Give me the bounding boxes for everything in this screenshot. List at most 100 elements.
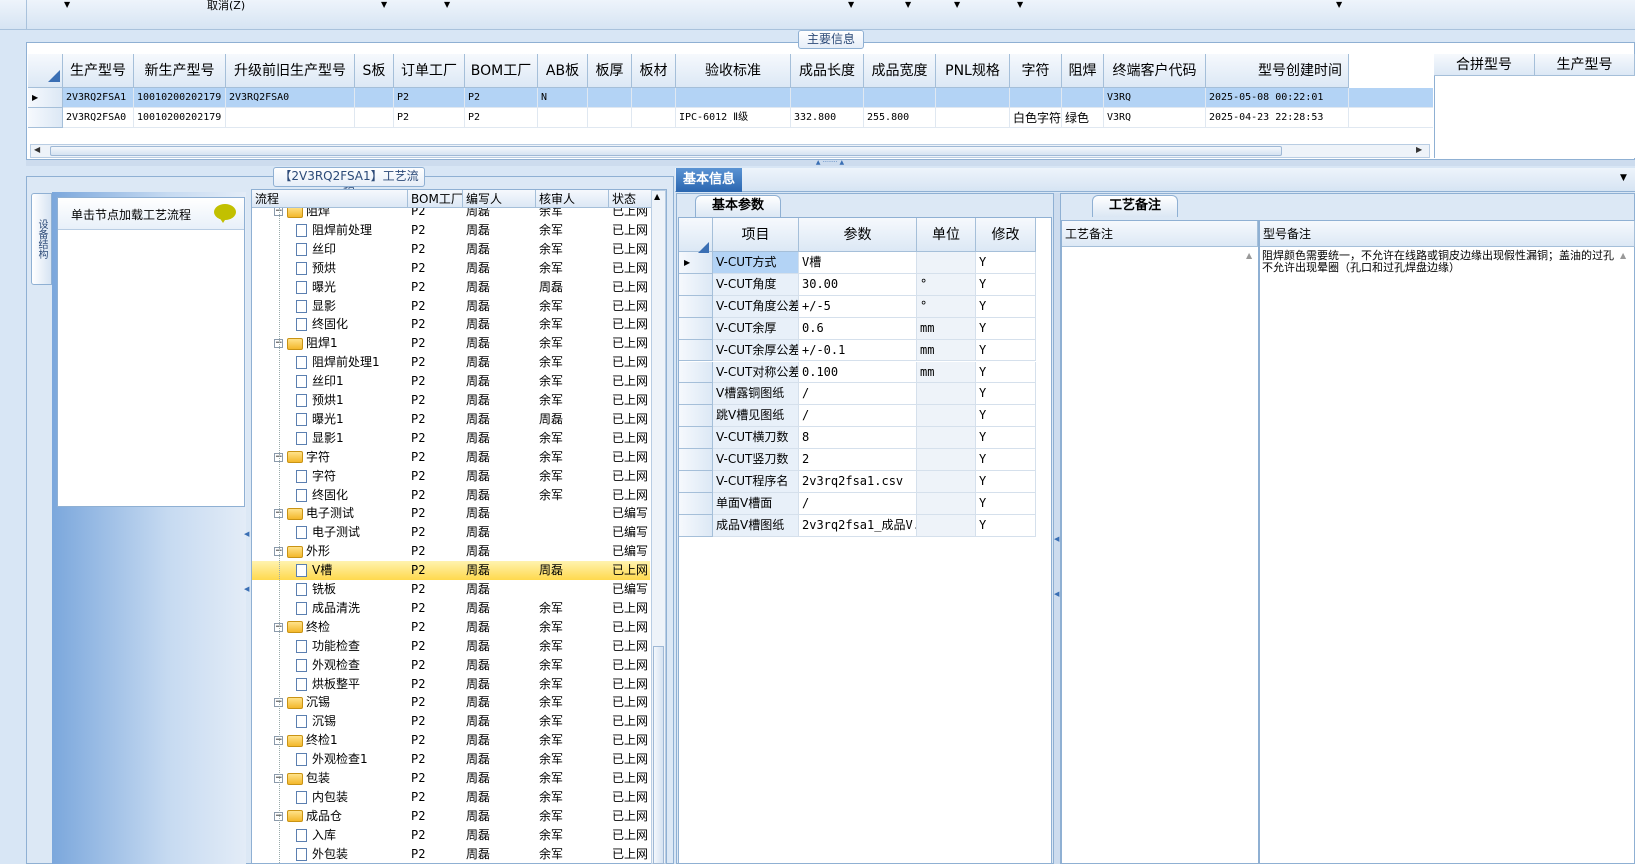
param-cell[interactable]: 0.100 bbox=[799, 361, 917, 384]
row-indicator[interactable] bbox=[28, 108, 63, 128]
table-cell[interactable]: 2V3RQ2FSA0 bbox=[63, 108, 134, 128]
dropdown-arrow-icon[interactable]: ▼ bbox=[1017, 0, 1023, 9]
tree-node[interactable]: 成品清洗 bbox=[296, 599, 408, 618]
list-item[interactable]: 成品清洗 P2 周磊 余军 已上网 bbox=[252, 599, 650, 618]
row-indicator[interactable] bbox=[679, 383, 713, 406]
main-col-header[interactable]: 订单工厂 bbox=[394, 54, 465, 88]
tab-basic-params[interactable]: 基本参数 bbox=[695, 195, 781, 217]
main-col-header[interactable]: S板 bbox=[355, 54, 394, 88]
table-cell[interactable]: 白色字符 bbox=[1010, 108, 1062, 128]
table-cell[interactable]: 255.800 bbox=[864, 108, 936, 128]
row-indicator[interactable] bbox=[679, 449, 713, 471]
table-cell[interactable] bbox=[538, 108, 588, 128]
tree-node[interactable]: 预烘1 bbox=[296, 391, 408, 410]
param-cell[interactable]: / bbox=[799, 405, 917, 428]
param-cell[interactable]: 2 bbox=[799, 449, 917, 471]
scroll-left-icon[interactable]: ◀ bbox=[34, 145, 40, 154]
list-item[interactable]: 外包装 P2 周磊 余军 已上网 bbox=[252, 845, 650, 863]
process-remarks-box[interactable] bbox=[1061, 220, 1259, 864]
param-cell[interactable]: 30.00 bbox=[799, 273, 917, 296]
list-item[interactable]: 终固化 P2 周磊 余军 已上网 bbox=[252, 486, 650, 505]
main-col-header[interactable]: 板材 bbox=[632, 54, 676, 88]
row-indicator[interactable] bbox=[679, 339, 713, 362]
main-col-header[interactable]: BOM工厂 bbox=[465, 54, 538, 88]
list-item[interactable]: 阻焊前处理1 P2 周磊 余军 已上网 bbox=[252, 353, 650, 372]
tree-node[interactable]: 沉锡 bbox=[296, 712, 408, 731]
list-item[interactable]: 烘板整平 P2 周磊 余军 已上网 bbox=[252, 675, 650, 694]
list-item[interactable]: 阻焊前处理 P2 周磊 余军 已上网 bbox=[252, 221, 650, 240]
list-item[interactable]: − 阻焊1 P2 周磊 余军 已上网 bbox=[252, 334, 650, 353]
scroll-up-icon[interactable]: ▲ bbox=[1246, 251, 1252, 260]
list-item[interactable]: 丝印 P2 周磊 余军 已上网 bbox=[252, 240, 650, 259]
main-col-header[interactable]: 板厚 bbox=[588, 54, 632, 88]
splitter-grip-icon[interactable]: ▲ ········ ▲ bbox=[800, 160, 860, 166]
dropdown-arrow-icon[interactable]: ▼ bbox=[1336, 0, 1342, 9]
tree-node[interactable]: 外观检查1 bbox=[296, 750, 408, 769]
list-item[interactable]: 曝光 P2 周磊 周磊 已上网 bbox=[252, 278, 650, 297]
table-cell[interactable]: P2 bbox=[394, 88, 465, 108]
list-item[interactable]: 功能检查 P2 周磊 余军 已上网 bbox=[252, 637, 650, 656]
tree-col-header[interactable]: 流程 bbox=[252, 190, 408, 208]
list-item[interactable]: 外观检查1 P2 周磊 余军 已上网 bbox=[252, 750, 650, 769]
dropdown-arrow-icon[interactable]: ▼ bbox=[905, 0, 911, 9]
table-cell[interactable] bbox=[864, 88, 936, 108]
list-item[interactable]: 内包装 P2 周磊 余军 已上网 bbox=[252, 788, 650, 807]
param-col-header[interactable]: 参数 bbox=[799, 218, 917, 252]
row-indicator[interactable] bbox=[679, 471, 713, 493]
table-cell[interactable] bbox=[632, 88, 676, 108]
table-cell[interactable] bbox=[588, 88, 632, 108]
dropdown-arrow-icon[interactable]: ▼ bbox=[444, 0, 450, 9]
table-cell[interactable]: P2 bbox=[465, 88, 538, 108]
main-hscroll-thumb[interactable] bbox=[50, 146, 1282, 156]
tree-node[interactable]: 入库 bbox=[296, 826, 408, 845]
row-indicator[interactable] bbox=[679, 361, 713, 384]
collapse-left-icon[interactable]: ◀ bbox=[1054, 535, 1059, 543]
list-item[interactable]: 丝印1 P2 周磊 余军 已上网 bbox=[252, 372, 650, 391]
tree-vscroll-thumb[interactable] bbox=[653, 646, 664, 864]
param-cell[interactable]: 2v3rq2fsa1_成品V... bbox=[799, 514, 917, 537]
tree-node[interactable]: V槽 bbox=[296, 561, 408, 580]
row-indicator[interactable] bbox=[679, 427, 713, 450]
load-hint-box[interactable] bbox=[57, 197, 245, 507]
row-indicator[interactable] bbox=[679, 405, 713, 428]
dropdown-arrow-icon[interactable]: ▼ bbox=[848, 0, 854, 9]
tree-node[interactable]: − 成品仓 bbox=[274, 807, 408, 826]
table-cell[interactable]: V3RQ bbox=[1104, 108, 1206, 128]
row-indicator[interactable] bbox=[679, 514, 713, 537]
table-cell[interactable] bbox=[936, 108, 1010, 128]
param-cell[interactable]: 8 bbox=[799, 427, 917, 450]
list-item[interactable]: 预烘1 P2 周磊 余军 已上网 bbox=[252, 391, 650, 410]
table-cell[interactable] bbox=[632, 108, 676, 128]
main-col-header[interactable]: 新生产型号 bbox=[134, 54, 226, 88]
scroll-up-icon[interactable]: ▲ bbox=[1620, 251, 1626, 260]
table-cell[interactable] bbox=[936, 88, 1010, 108]
table-cell[interactable] bbox=[676, 88, 791, 108]
list-item[interactable]: − 沉锡 P2 周磊 余军 已上网 bbox=[252, 693, 650, 712]
table-cell[interactable]: 2V3RQ2FSA0 bbox=[226, 88, 355, 108]
table-cell[interactable] bbox=[226, 108, 355, 128]
tree-node[interactable]: 曝光1 bbox=[296, 410, 408, 429]
tree-node[interactable]: 曝光 bbox=[296, 278, 408, 297]
row-indicator[interactable]: ▶ bbox=[679, 252, 713, 274]
list-item[interactable]: − 电子测试 P2 周磊 已编写 bbox=[252, 504, 650, 523]
tree-node[interactable]: 字符 bbox=[296, 467, 408, 486]
tree-node[interactable]: − 终检 bbox=[274, 618, 408, 637]
table-cell[interactable]: N bbox=[538, 88, 588, 108]
tree-node[interactable]: 丝印 bbox=[296, 240, 408, 259]
tree-node[interactable]: 显影 bbox=[296, 297, 408, 316]
collapse-left-icon[interactable]: ◀ bbox=[244, 585, 249, 593]
list-item[interactable]: − 阻焊 P2 周磊 余军 已上网 bbox=[252, 208, 650, 221]
tree-node[interactable]: 烘板整平 bbox=[296, 675, 408, 694]
main-col-header[interactable]: 型号创建时间 bbox=[1206, 54, 1349, 88]
tree-node[interactable]: 铣板 bbox=[296, 580, 408, 599]
tree-node[interactable]: − 包装 bbox=[274, 769, 408, 788]
table-cell[interactable]: IPC-6012 Ⅱ级 bbox=[676, 108, 791, 128]
list-item[interactable]: − 终检 P2 周磊 余军 已上网 bbox=[252, 618, 650, 637]
tree-node[interactable]: 内包装 bbox=[296, 788, 408, 807]
tree-node[interactable]: − 电子测试 bbox=[274, 504, 408, 523]
row-indicator[interactable] bbox=[679, 295, 713, 318]
param-cell[interactable]: / bbox=[799, 383, 917, 406]
param-col-header[interactable]: 修改 bbox=[976, 218, 1036, 252]
table-cell[interactable]: 332.800 bbox=[791, 108, 864, 128]
equipment-side-tab[interactable]: 设备结构 bbox=[31, 193, 52, 285]
